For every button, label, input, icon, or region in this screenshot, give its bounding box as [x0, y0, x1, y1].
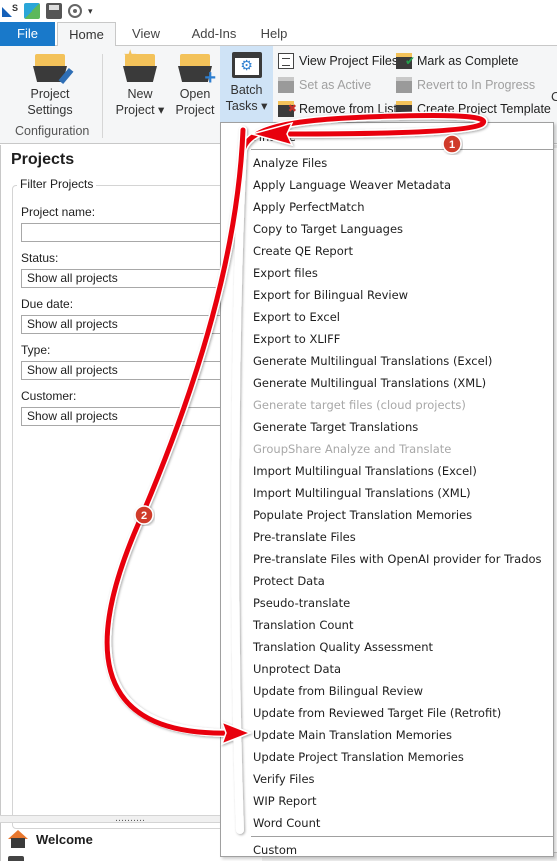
project-settings-label-1: Project [30, 87, 70, 101]
ribbon-tabs: File Home View Add-Ins Help [0, 22, 557, 47]
folder-revert-icon [396, 77, 412, 93]
menu-item-translation-count[interactable]: Translation Count [253, 614, 353, 636]
project-settings-button[interactable]: Project Settings [18, 52, 82, 118]
new-project-icon: ★ [123, 49, 157, 82]
open-project-icon: + [178, 52, 216, 88]
plugin-icon[interactable] [24, 3, 40, 19]
menu-item-export-for-bilingual-review[interactable]: Export for Bilingual Review [253, 284, 408, 306]
menu-item-pre-translate-files-with-openai-provider-for-trados[interactable]: Pre-translate Files with OpenAI provider… [253, 548, 542, 570]
open-project-label-2: Project [175, 103, 215, 117]
batch-tasks-menu: Finalize Analyze Files Apply Language Weav… [220, 122, 554, 857]
splitter-grip: ‥‥‥‥‥ [115, 813, 146, 823]
project-name-label: Project name: [21, 205, 96, 219]
batch-tasks-icon: ⚙ [231, 52, 262, 78]
menu-item-import-multilingual-translations-excel[interactable]: Import Multilingual Translations (Excel) [253, 460, 477, 482]
project-settings-icon [33, 52, 74, 85]
tab-file[interactable]: File [0, 22, 55, 46]
menu-item-unprotect-data[interactable]: Unprotect Data [253, 658, 341, 680]
menu-item-create-qe-report[interactable]: Create QE Report [253, 240, 353, 262]
set-as-active-label: Set as Active [299, 78, 372, 92]
mark-as-complete-button[interactable]: ✔ Mark as Complete [396, 50, 518, 72]
menu-item-export-to-excel[interactable]: Export to Excel [253, 306, 340, 328]
customize-dropdown-icon[interactable]: ▾ [88, 6, 93, 17]
open-project-button[interactable]: + Open Project [172, 52, 218, 118]
partial-ribbon-label: C [551, 89, 557, 104]
remove-from-list-label: Remove from List [299, 102, 397, 116]
status-label: Status: [21, 251, 59, 265]
menu-separator [251, 149, 553, 150]
batch-tasks-label-1: Batch [230, 83, 263, 97]
projects-title: Projects [11, 151, 75, 168]
menu-item-update-project-translation-memories[interactable]: Update Project Translation Memories [253, 746, 464, 768]
menu-item-export-to-xliff[interactable]: Export to XLIFF [253, 328, 340, 350]
view-project-files-label: View Project Files [299, 54, 399, 68]
filter-projects-legend: Filter Projects [17, 177, 97, 191]
save-icon[interactable] [46, 3, 62, 19]
new-project-label-1: New [127, 87, 153, 101]
menu-item-generate-multilingual-translations-xml[interactable]: Generate Multilingual Translations (XML) [253, 372, 486, 394]
nav-next-icon [8, 856, 24, 861]
project-settings-label-2: Settings [27, 103, 73, 117]
menu-item-apply-perfectmatch[interactable]: Apply PerfectMatch [253, 196, 365, 218]
menu-item-update-from-bilingual-review[interactable]: Update from Bilingual Review [253, 680, 423, 702]
folder-remove-icon: ✖ [278, 101, 297, 117]
menu-item-generate-target-translations[interactable]: Generate Target Translations [253, 416, 418, 438]
new-project-button[interactable]: ★ New Project ▾ [112, 49, 168, 118]
quick-access-toolbar: S ▾ [0, 0, 557, 22]
template-icon [396, 101, 412, 117]
nav-welcome-label: Welcome [36, 831, 93, 847]
type-label: Type: [21, 343, 51, 357]
menu-item-import-multilingual-translations-xml[interactable]: Import Multilingual Translations (XML) [253, 482, 471, 504]
tab-add-ins[interactable]: Add-Ins [178, 22, 250, 46]
menu-item-populate-project-translation-memories[interactable]: Populate Project Translation Memories [253, 504, 472, 526]
remove-from-list-button[interactable]: ✖ Remove from List [278, 98, 397, 120]
home-icon [8, 830, 28, 848]
menu-item-protect-data[interactable]: Protect Data [253, 570, 325, 592]
tab-view[interactable]: View [120, 22, 172, 46]
menu-item-generate-target-files-cloud-projects[interactable]: Generate target files (cloud projects) [253, 394, 466, 416]
app-logo-icon[interactable]: S [2, 3, 18, 19]
menu-item-finalize[interactable]: Finalize [253, 126, 296, 148]
menu-item-pre-translate-files[interactable]: Pre-translate Files [253, 526, 356, 548]
tab-help[interactable]: Help [252, 22, 296, 46]
menu-item-update-main-translation-memories[interactable]: Update Main Translation Memories [253, 724, 452, 746]
configuration-group-label: Configuration [15, 124, 90, 138]
menu-item-groupshare-analyze-and-translate[interactable]: GroupShare Analyze and Translate [253, 438, 451, 460]
create-project-template-label: Create Project Template [417, 102, 551, 116]
menu-item-custom[interactable]: Custom [253, 839, 297, 861]
menu-item-word-count[interactable]: Word Count [253, 812, 320, 834]
menu-item-apply-language-weaver-metadata[interactable]: Apply Language Weaver Metadata [253, 174, 451, 196]
mark-as-complete-label: Mark as Complete [417, 54, 519, 68]
new-project-label-2: Project ▾ [115, 103, 165, 117]
customer-label: Customer: [21, 389, 77, 403]
menu-item-export-files[interactable]: Export files [253, 262, 318, 284]
tab-home[interactable]: Home [57, 22, 116, 47]
menu-separator [251, 836, 553, 837]
create-project-template-button[interactable]: Create Project Template [396, 98, 551, 120]
folder-check-icon: ✔ [396, 53, 415, 69]
menu-item-translation-quality-assessment[interactable]: Translation Quality Assessment [253, 636, 433, 658]
group-separator [102, 54, 103, 138]
revert-to-in-progress-button[interactable]: Revert to In Progress [396, 74, 535, 96]
menu-item-pseudo-translate[interactable]: Pseudo-translate [253, 592, 350, 614]
menu-item-copy-to-target-languages[interactable]: Copy to Target Languages [253, 218, 403, 240]
preview-icon[interactable] [68, 4, 82, 18]
folder-gear-icon [278, 77, 294, 93]
menu-item-verify-files[interactable]: Verify Files [253, 768, 315, 790]
view-project-files-button[interactable]: View Project Files [278, 50, 398, 72]
set-as-active-button[interactable]: Set as Active [278, 74, 371, 96]
document-icon [278, 53, 294, 69]
due-date-label: Due date: [21, 297, 74, 311]
menu-item-generate-multilingual-translations-excel[interactable]: Generate Multilingual Translations (Exce… [253, 350, 492, 372]
menu-item-update-from-reviewed-target-file-retrofit[interactable]: Update from Reviewed Target File (Retrof… [253, 702, 501, 724]
batch-tasks-label-2: Tasks ▾ [225, 99, 268, 113]
revert-to-in-progress-label: Revert to In Progress [417, 78, 536, 92]
menu-item-wip-report[interactable]: WIP Report [253, 790, 316, 812]
menu-item-analyze-files[interactable]: Analyze Files [253, 152, 327, 174]
